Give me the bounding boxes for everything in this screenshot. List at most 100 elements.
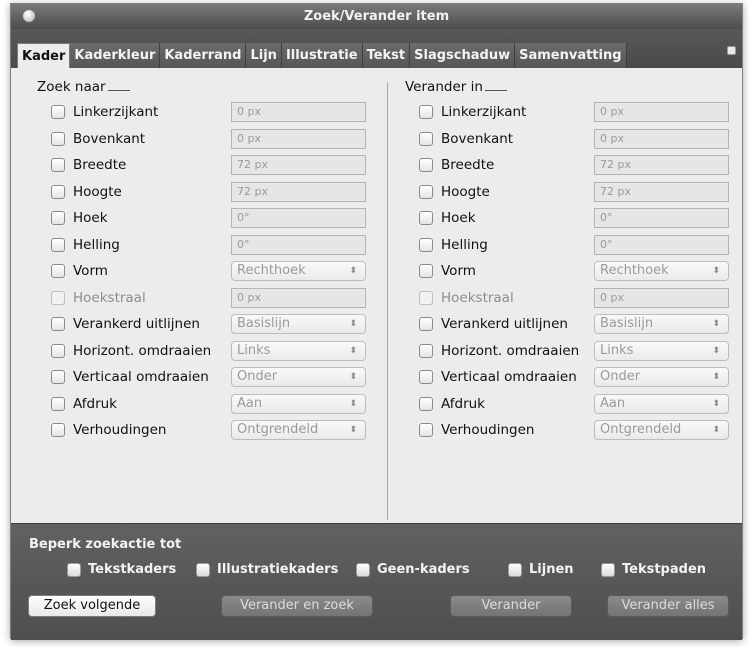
change-row[interactable]: Vorm [405, 260, 476, 282]
find-row[interactable]: Hoek [37, 207, 108, 229]
find-row[interactable]: Bovenkant [37, 128, 145, 150]
tab-illustratie[interactable]: Illustratie [281, 43, 363, 68]
find-row[interactable]: Hoogte [37, 181, 122, 203]
change-row[interactable]: Afdruk [405, 393, 485, 415]
tab-samenvatting[interactable]: Samenvatting [515, 43, 627, 68]
find-row[interactable]: Afdruk [37, 393, 117, 415]
checkbox[interactable] [51, 105, 65, 119]
checkbox[interactable] [356, 562, 370, 577]
change-row-field[interactable]: 0 px [594, 102, 729, 122]
find-row-select[interactable]: Basislijn ⬍ [231, 314, 366, 334]
change-row-select[interactable]: Rechthoek ⬍ [594, 261, 729, 281]
filter-geen-kaders[interactable]: Geen-kaders [356, 562, 470, 577]
checkbox[interactable] [419, 343, 433, 358]
change-row[interactable]: Verankerd uitlijnen [405, 313, 568, 335]
filter-illustratiekaders[interactable]: Illustratiekaders [196, 562, 338, 577]
change-row-select[interactable]: Aan ⬍ [594, 393, 729, 414]
checkbox[interactable] [419, 237, 433, 252]
find-next-button[interactable]: Zoek volgende [28, 595, 156, 617]
find-row[interactable]: Helling [37, 234, 120, 256]
checkbox[interactable] [419, 131, 433, 146]
find-row[interactable]: Linkerzijkant [37, 101, 158, 123]
change-row[interactable]: Hoogte [405, 181, 490, 203]
change-button[interactable]: Verander [450, 595, 572, 617]
checkbox[interactable] [51, 264, 65, 278]
find-row[interactable]: Horizont. omdraaien [37, 340, 211, 362]
find-row-field[interactable]: 0 px [231, 128, 366, 149]
change-all-button[interactable]: Verander alles [607, 595, 729, 617]
toolbar-toggle-icon[interactable] [727, 46, 736, 55]
checkbox[interactable] [51, 370, 65, 384]
checkbox[interactable] [419, 211, 433, 225]
change-row[interactable]: Bovenkant [405, 128, 513, 150]
checkbox[interactable] [419, 396, 433, 411]
checkbox[interactable] [196, 562, 210, 577]
find-row-field[interactable]: 0° [231, 234, 366, 255]
title-bar[interactable]: Zoek/Verander item [11, 4, 742, 29]
tab-tekst[interactable]: Tekst [362, 43, 411, 68]
checkbox[interactable] [67, 562, 81, 577]
tab-kaderrand[interactable]: Kaderrand [160, 43, 247, 68]
change-row-field[interactable]: 72 px [594, 181, 729, 202]
change-row-field[interactable]: 0 px [594, 128, 729, 149]
find-row-select[interactable]: Ontgrendeld ⬍ [231, 420, 366, 440]
find-row[interactable]: Verhoudingen [37, 419, 167, 441]
filter-tekstpaden[interactable]: Tekstpaden [601, 562, 706, 577]
find-row-field[interactable]: 72 px [231, 181, 366, 202]
close-icon[interactable] [23, 10, 35, 22]
find-row-select[interactable]: Onder ⬍ [231, 367, 366, 387]
change-row[interactable]: Verticaal omdraaien [405, 366, 577, 388]
change-row[interactable]: Breedte [405, 154, 494, 176]
find-row-select[interactable]: Links ⬍ [231, 340, 366, 361]
checkbox[interactable] [419, 423, 433, 437]
tab-lijn[interactable]: Lijn [246, 43, 282, 68]
checkbox[interactable] [419, 105, 433, 119]
find-row-field[interactable]: 0 px [231, 287, 366, 308]
checkbox[interactable] [419, 317, 433, 331]
change-row-field[interactable]: 0° [594, 208, 729, 228]
change-row[interactable]: Verhoudingen [405, 419, 535, 441]
find-row-field[interactable]: 72 px [231, 155, 366, 175]
checkbox[interactable] [419, 264, 433, 278]
change-and-find-button[interactable]: Verander en zoek [221, 595, 373, 617]
change-row-field[interactable]: 0° [594, 234, 729, 255]
checkbox[interactable] [419, 158, 433, 172]
change-row[interactable]: Hoek [405, 207, 476, 229]
checkbox[interactable] [51, 184, 65, 199]
checkbox[interactable] [51, 131, 65, 146]
checkbox[interactable] [601, 562, 615, 577]
checkbox[interactable] [51, 158, 65, 172]
change-row-field[interactable]: 72 px [594, 155, 729, 175]
change-row-select[interactable]: Basislijn ⬍ [594, 314, 729, 334]
checkbox[interactable] [51, 423, 65, 437]
find-row[interactable]: Verankerd uitlijnen [37, 313, 200, 335]
checkbox[interactable] [51, 211, 65, 225]
find-row-select[interactable]: Rechthoek ⬍ [231, 261, 366, 281]
change-row[interactable]: Hoekstraal [405, 287, 514, 309]
change-row-field[interactable]: 0 px [594, 287, 729, 308]
tab-slagschaduw[interactable]: Slagschaduw [410, 43, 516, 68]
find-row[interactable]: Breedte [37, 154, 126, 176]
find-row[interactable]: Verticaal omdraaien [37, 366, 209, 388]
checkbox[interactable] [51, 237, 65, 252]
change-row[interactable]: Horizont. omdraaien [405, 340, 579, 362]
find-row-field[interactable]: 0° [231, 208, 366, 228]
filter-tekstkaders[interactable]: Tekstkaders [67, 562, 176, 577]
find-row-field[interactable]: 0 px [231, 102, 366, 122]
tab-kaderkleur[interactable]: Kaderkleur [70, 43, 161, 68]
find-row-select[interactable]: Aan ⬍ [231, 393, 366, 414]
find-row[interactable]: Vorm [37, 260, 108, 282]
change-row-select[interactable]: Links ⬍ [594, 340, 729, 361]
find-row[interactable]: Hoekstraal [37, 287, 146, 309]
checkbox[interactable] [508, 562, 522, 577]
checkbox[interactable] [51, 343, 65, 358]
checkbox[interactable] [419, 370, 433, 384]
filter-lijnen[interactable]: Lijnen [508, 562, 574, 577]
tab-kader[interactable]: Kader [17, 43, 71, 68]
checkbox[interactable] [51, 317, 65, 331]
checkbox[interactable] [419, 184, 433, 199]
change-row-select[interactable]: Onder ⬍ [594, 367, 729, 387]
change-row[interactable]: Helling [405, 234, 488, 256]
change-row-select[interactable]: Ontgrendeld ⬍ [594, 420, 729, 440]
change-row[interactable]: Linkerzijkant [405, 101, 526, 123]
